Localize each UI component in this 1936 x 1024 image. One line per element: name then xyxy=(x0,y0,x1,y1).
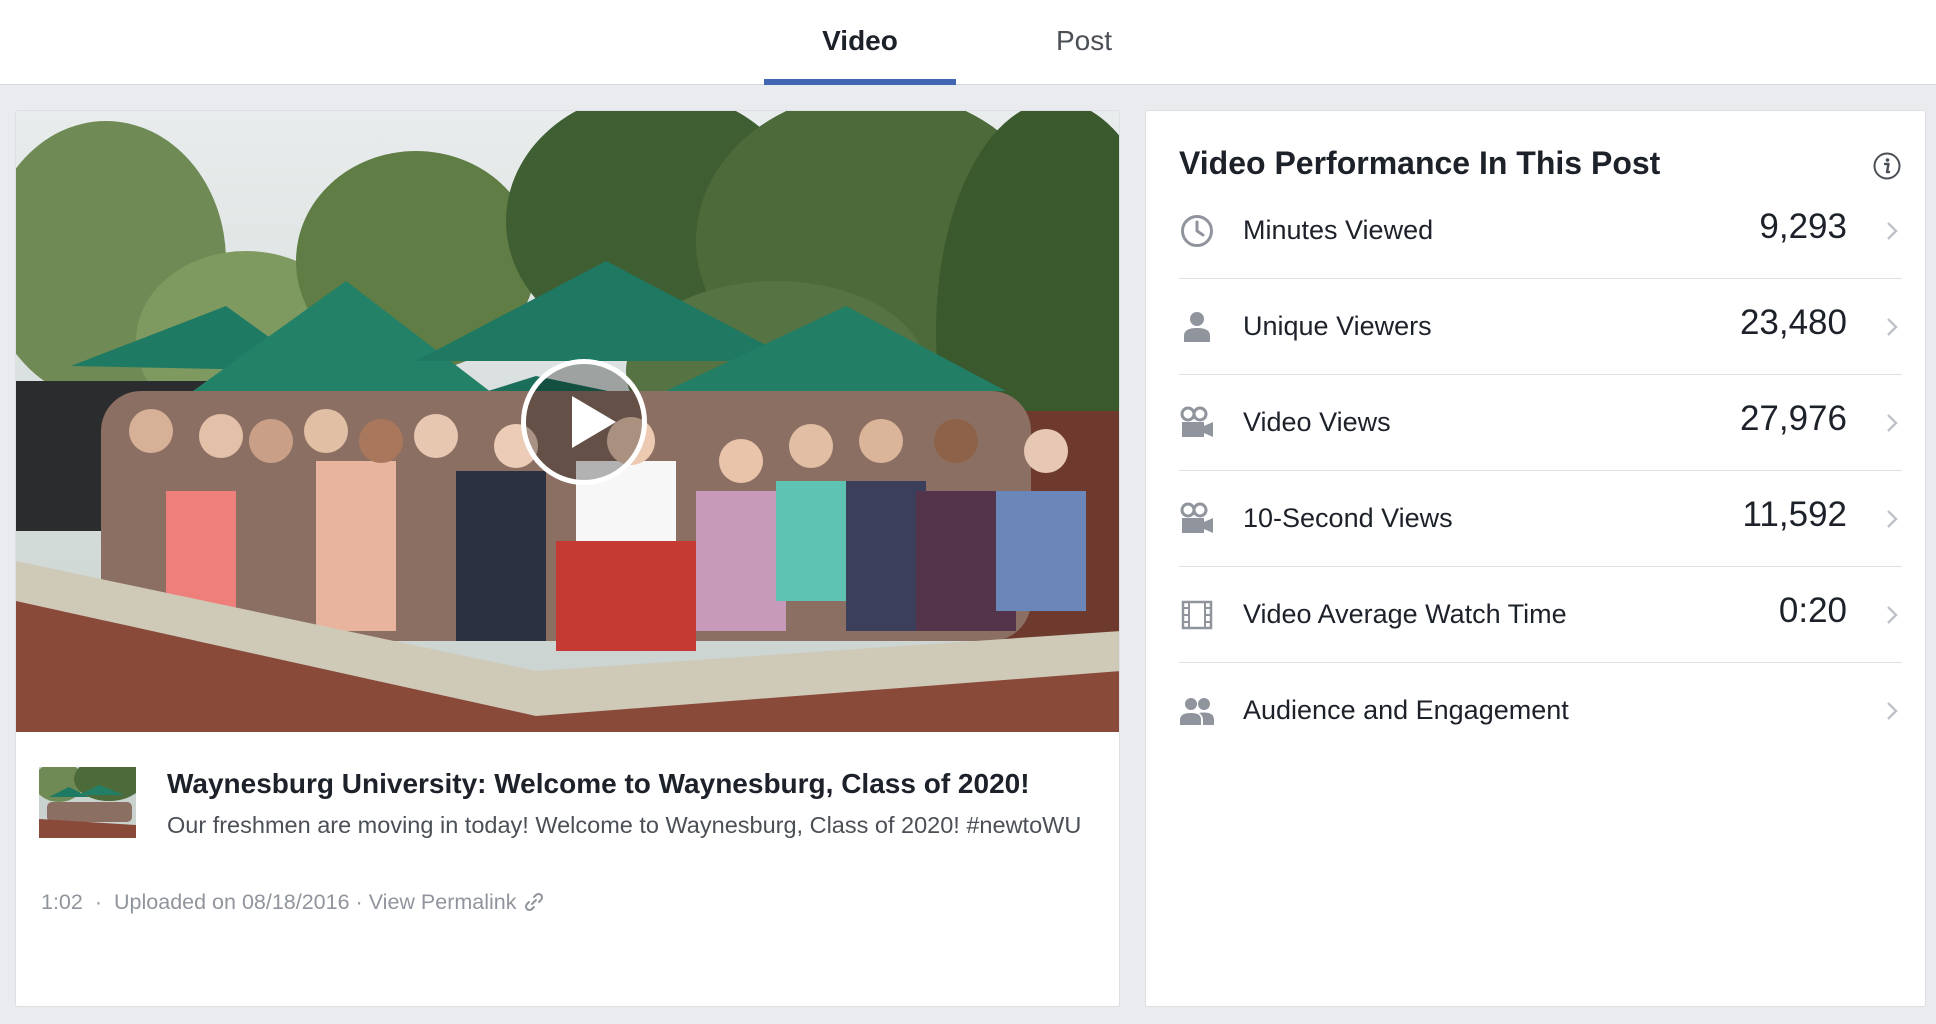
people-icon xyxy=(1179,693,1215,729)
tab-video[interactable]: Video xyxy=(764,0,956,85)
post-title[interactable]: Waynesburg University: Welcome to Waynes… xyxy=(167,768,1030,800)
metric-row-average-watch-time[interactable]: Video Average Watch Time 0:20 xyxy=(1179,567,1902,663)
link-icon[interactable] xyxy=(523,891,545,913)
chevron-right-icon xyxy=(1882,696,1902,726)
post-description: Our freshmen are moving in today! Welcom… xyxy=(167,812,1082,838)
post-info: Waynesburg University: Welcome to Waynes… xyxy=(39,756,1109,838)
view-permalink-link[interactable]: View Permalink xyxy=(369,890,517,915)
metric-label: Video Views xyxy=(1243,407,1391,437)
metric-value: 11,592 xyxy=(1742,495,1847,534)
performance-title: Video Performance In This Post xyxy=(1179,145,1661,181)
meta-separator: · xyxy=(355,889,363,914)
tab-post[interactable]: Post xyxy=(988,0,1180,85)
info-icon[interactable] xyxy=(1872,151,1902,181)
tab-bar: Video Post xyxy=(0,0,1936,85)
chevron-right-icon xyxy=(1882,600,1902,630)
metric-label: Audience and Engagement xyxy=(1243,695,1569,725)
video-duration: 1:02 xyxy=(41,889,83,914)
clock-icon xyxy=(1179,213,1215,249)
metric-row-unique-viewers[interactable]: Unique Viewers 23,480 xyxy=(1179,279,1902,375)
tab-post-label: Post xyxy=(1055,24,1113,56)
metric-row-video-views[interactable]: Video Views 27,976 xyxy=(1179,375,1902,471)
performance-card: Video Performance In This Post Minutes V… xyxy=(1145,110,1926,1007)
metric-row-10-second-views[interactable]: 10-Second Views 11,592 xyxy=(1179,471,1902,567)
chevron-right-icon xyxy=(1882,216,1902,246)
metric-value: 9,293 xyxy=(1759,207,1847,246)
metric-label: Video Average Watch Time xyxy=(1243,599,1567,629)
video-meta: 1:02 · Uploaded on 08/18/2016 · View Per… xyxy=(41,882,545,922)
metric-row-minutes-viewed[interactable]: Minutes Viewed 9,293 xyxy=(1179,183,1902,279)
metric-row-audience-engagement[interactable]: Audience and Engagement xyxy=(1179,663,1902,759)
post-thumbnail[interactable] xyxy=(39,767,136,838)
metric-value: 0:20 xyxy=(1778,591,1847,630)
tab-video-label: Video xyxy=(822,24,898,56)
metric-label: Unique Viewers xyxy=(1243,311,1432,341)
film-strip-icon xyxy=(1179,597,1215,633)
metric-label: Minutes Viewed xyxy=(1243,215,1434,245)
upload-date: Uploaded on 08/18/2016 xyxy=(114,889,350,914)
metric-value: 23,480 xyxy=(1739,303,1847,342)
video-card: Waynesburg University: Welcome to Waynes… xyxy=(15,110,1120,1007)
video-camera-icon xyxy=(1179,501,1215,537)
play-button[interactable] xyxy=(521,359,647,485)
person-icon xyxy=(1179,309,1215,345)
metric-label: 10-Second Views xyxy=(1243,503,1453,533)
chevron-right-icon xyxy=(1882,312,1902,342)
active-tab-indicator xyxy=(764,79,956,85)
chevron-right-icon xyxy=(1882,504,1902,534)
video-player[interactable] xyxy=(16,111,1119,732)
post-thumbnail-image xyxy=(39,767,136,838)
meta-separator: · xyxy=(94,889,103,914)
chevron-right-icon xyxy=(1882,408,1902,438)
metric-value: 27,976 xyxy=(1739,399,1847,438)
video-camera-icon xyxy=(1179,405,1215,441)
